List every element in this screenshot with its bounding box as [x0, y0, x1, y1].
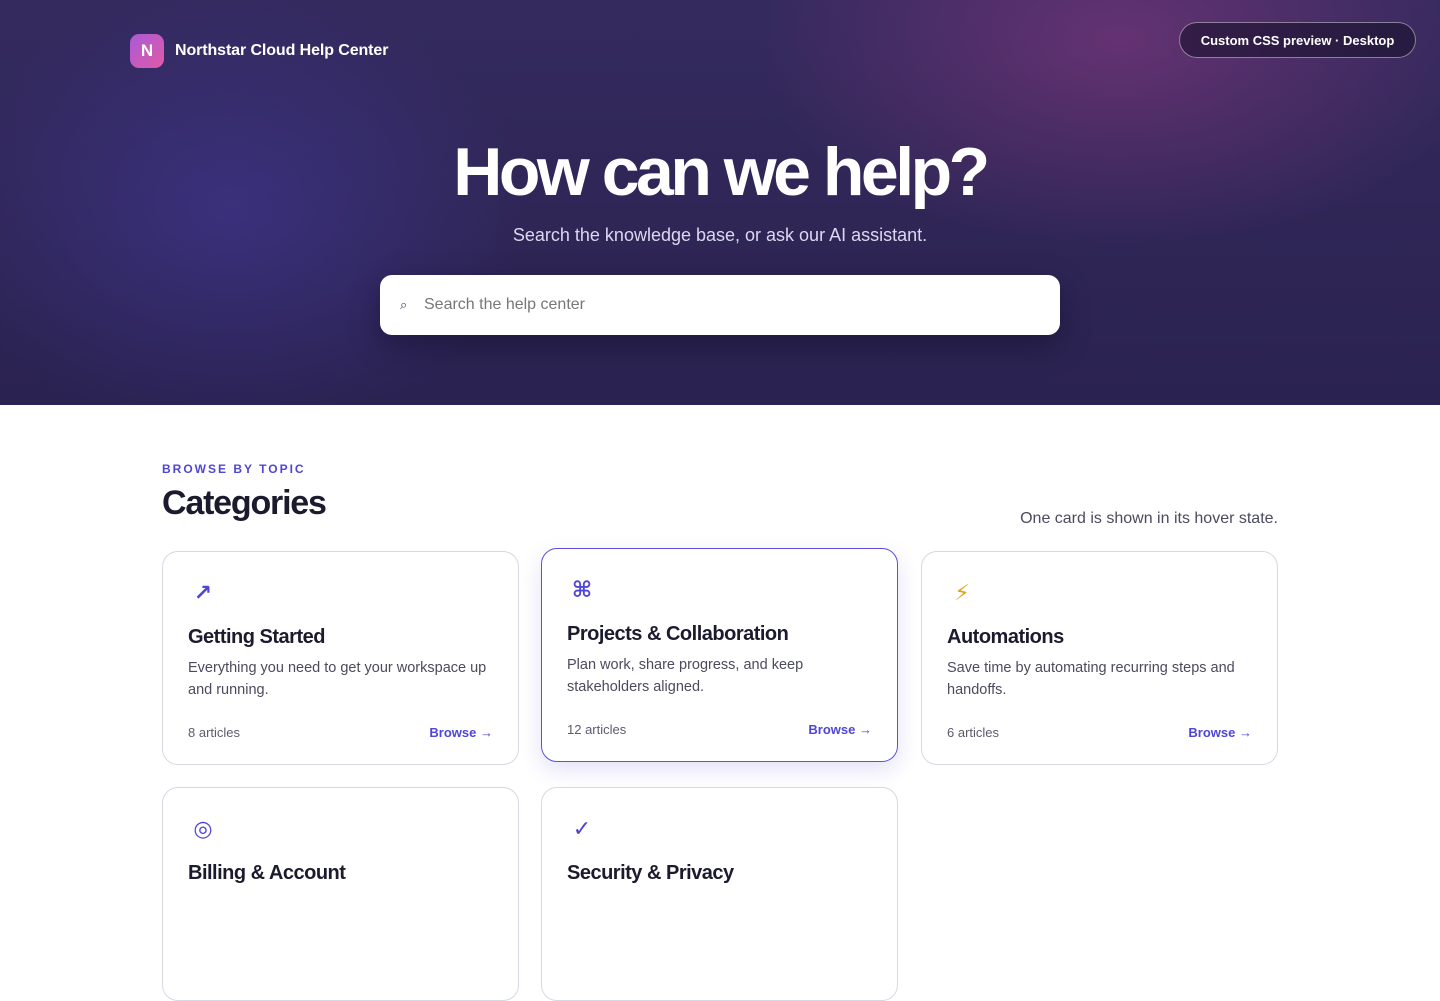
card-title: Billing & Account — [188, 862, 346, 884]
lightning-bolt-icon: ⚡ — [954, 580, 970, 605]
search-box[interactable]: ⌕ — [380, 275, 1060, 335]
search-input[interactable] — [424, 275, 1060, 335]
preview-badge[interactable]: Custom CSS preview · Desktop — [1179, 22, 1416, 58]
card-description: Save time by automating recurring steps … — [947, 660, 1235, 698]
article-count: 8 articles — [188, 725, 241, 740]
arrow-up-right-icon: ↗ — [193, 580, 213, 605]
brand-name: Northstar Cloud Help Center — [175, 42, 389, 59]
category-card-billing[interactable]: ◎ Billing & Account — [162, 787, 519, 1001]
category-card-projects[interactable]: ⌘ Projects & Collaboration Plan work, sh… — [541, 548, 898, 762]
article-count: 6 articles — [947, 725, 1000, 740]
brand-logo: N — [130, 34, 164, 68]
hero-subtitle: Search the knowledge base, or ask our AI… — [512, 225, 928, 245]
card-title: Automations — [947, 626, 1064, 648]
target-icon: ◎ — [193, 816, 213, 841]
categories-section: BROWSE BY TOPIC Categories One card is s… — [162, 462, 1278, 527]
card-description: Everything you need to get your workspac… — [188, 660, 487, 698]
checkmark-icon: ✓ — [572, 816, 592, 841]
category-card-getting-started[interactable]: ↗ Getting Started Everything you need to… — [162, 551, 519, 765]
section-eyebrow: BROWSE BY TOPIC — [162, 462, 306, 476]
article-count: 12 articles — [567, 722, 627, 737]
browse-link[interactable]: Browse → — [808, 722, 872, 737]
browse-link[interactable]: Browse → — [429, 725, 493, 740]
brand[interactable]: N Northstar Cloud Help Center — [130, 34, 388, 68]
hero-section: N Northstar Cloud Help Center Custom CSS… — [0, 0, 1440, 405]
browse-link[interactable]: Browse → — [1188, 725, 1252, 740]
category-card-automations[interactable]: ⚡ Automations Save time by automating re… — [921, 551, 1278, 765]
hero-title: How can we help? — [453, 134, 990, 210]
search-icon: ⌕ — [400, 297, 408, 312]
card-title: Projects & Collaboration — [567, 623, 789, 645]
category-card-security[interactable]: ✓ Security & Privacy — [541, 787, 898, 1001]
command-icon: ⌘ — [571, 577, 593, 602]
card-description: Plan work, share progress, and keep stak… — [567, 657, 804, 695]
section-note: One card is shown in its hover state. — [1020, 510, 1278, 527]
card-title: Security & Privacy — [567, 862, 734, 884]
card-title: Getting Started — [188, 626, 325, 648]
